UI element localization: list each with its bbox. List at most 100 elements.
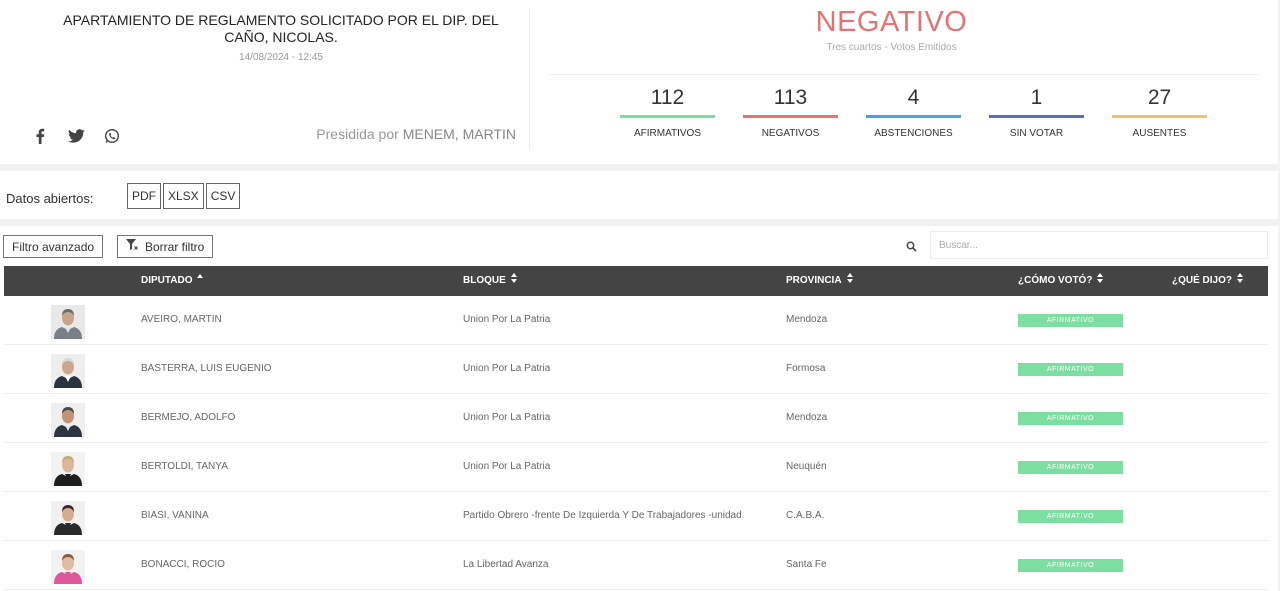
deputy-bloque: Partido Obrero -frente De Izquierda Y De… <box>463 510 742 521</box>
sort-icon <box>1236 266 1244 296</box>
deputy-provincia: Neuquén <box>786 461 827 472</box>
sort-icon <box>510 266 518 296</box>
vote-badge: AFIRMATIVO <box>1018 363 1123 376</box>
count-value: 1 <box>1030 86 1043 109</box>
result-subtitle: Tres cuartos - Votos Emitidos <box>826 42 957 53</box>
table-row[interactable]: BASTERRA, LUIS EUGENIO Union Por La Patri… <box>4 345 1268 394</box>
open-data-buttons: PDF XLSX CSV <box>127 183 241 209</box>
open-data-bar: Datos abiertos: PDF XLSX CSV <box>0 171 1278 219</box>
deputy-photo <box>51 501 85 535</box>
download-csv-button[interactable]: CSV <box>205 183 241 209</box>
count-color-bar <box>989 115 1084 118</box>
vote-badge: AFIRMATIVO <box>1018 559 1123 572</box>
clear-filter-button[interactable]: Borrar filtro <box>117 235 214 258</box>
advanced-filter-button[interactable]: Filtro avanzado <box>3 235 104 258</box>
count-label: NEGATIVOS <box>761 128 820 139</box>
deputy-provincia: Mendoza <box>786 314 828 325</box>
vote-badge: AFIRMATIVO <box>1018 510 1123 523</box>
deputy-photo <box>51 403 85 437</box>
column-que-dijo[interactable]: ¿QUÉ DIJO? <box>1172 266 1244 296</box>
sort-icon <box>846 266 854 296</box>
table-body: AVEIRO, MARTIN Union Por La Patria Mendoza… <box>4 296 1268 590</box>
deputies-table-panel: Filtro avanzado Borrar filtro DIPUTADO B… <box>0 226 1278 591</box>
vote-count-sin-votar: 1 SIN VOTAR <box>989 84 1084 139</box>
column-label: BLOQUE <box>463 275 506 286</box>
vote-datetime: 14/08/2024 - 12:45 <box>239 52 323 63</box>
deputy-provincia: C.A.B.A. <box>786 510 825 521</box>
vote-badge: AFIRMATIVO <box>1018 412 1123 425</box>
vote-count-abstenciones: 4 ABSTENCIONES <box>866 84 961 139</box>
column-label: ¿CÓMO VOTÓ? <box>1018 275 1093 286</box>
count-value: 27 <box>1147 86 1172 109</box>
download-pdf-button[interactable]: PDF <box>127 183 161 209</box>
table-row[interactable]: BERMEJO, ADOLFO Union Por La Patria Mendoz… <box>4 394 1268 443</box>
facebook-icon[interactable] <box>30 126 50 146</box>
table-row[interactable]: BONACCI, ROCIO La Libertad Avanza Santa Fe… <box>4 541 1268 590</box>
column-label: PROVINCIA <box>786 275 842 286</box>
count-color-bar <box>1112 115 1207 118</box>
deputy-name[interactable]: BIASI, VANINA <box>141 492 209 540</box>
deputy-photo <box>51 550 85 584</box>
vote-count-negativos: 113 NEGATIVOS <box>743 84 838 139</box>
deputy-photo <box>51 305 85 339</box>
table-row[interactable]: AVEIRO, MARTIN Union Por La Patria Mendoza… <box>4 296 1268 345</box>
advanced-filter-label: Filtro avanzado <box>12 239 95 254</box>
deputy-name[interactable]: AVEIRO, MARTIN <box>141 296 222 344</box>
clear-filter-label: Borrar filtro <box>145 239 205 254</box>
column-bloque[interactable]: BLOQUE <box>463 266 518 296</box>
deputy-bloque: Union Por La Patria <box>463 461 551 472</box>
sort-icon <box>1096 266 1104 296</box>
download-xlsx-button[interactable]: XLSX <box>163 183 204 209</box>
vote-count-ausentes: 27 AUSENTES <box>1112 84 1207 139</box>
deputy-photo <box>51 452 85 486</box>
vote-header: APARTAMIENTO DE REGLAMENTO SOLICITADO PO… <box>0 0 1278 164</box>
whatsapp-icon[interactable] <box>102 126 122 146</box>
deputy-provincia: Santa Fe <box>786 559 827 570</box>
deputy-name[interactable]: BERMEJO, ADOLFO <box>141 394 235 442</box>
search-icon <box>906 239 920 253</box>
table-header: DIPUTADO BLOQUE PROVINCIA ¿CÓMO VOTÓ? ¿Q… <box>4 266 1268 296</box>
vote-badge: AFIRMATIVO <box>1018 314 1123 327</box>
deputy-photo <box>51 354 85 388</box>
vote-count-afirmativos: 112 AFIRMATIVOS <box>620 84 715 139</box>
count-label: AUSENTES <box>1132 128 1187 139</box>
deputy-provincia: Mendoza <box>786 412 828 423</box>
vote-badge: AFIRMATIVO <box>1018 461 1123 474</box>
search-input[interactable] <box>930 231 1268 259</box>
column-label: ¿QUÉ DIJO? <box>1172 275 1233 286</box>
table-row[interactable]: BIASI, VANINA Partido Obrero -frente De I… <box>4 492 1268 541</box>
count-color-bar <box>866 115 961 118</box>
twitter-icon[interactable] <box>66 126 86 146</box>
count-color-bar <box>620 115 715 118</box>
count-label: SIN VOTAR <box>1009 128 1064 139</box>
deputy-name[interactable]: BASTERRA, LUIS EUGENIO <box>141 345 272 393</box>
count-label: AFIRMATIVOS <box>633 128 702 139</box>
open-data-label: Datos abiertos: <box>6 191 94 206</box>
vote-counts: 112 AFIRMATIVOS 113 NEGATIVOS 4 ABSTENCIONES 1… <box>620 84 1207 139</box>
count-value: 4 <box>907 86 920 109</box>
column-provincia[interactable]: PROVINCIA <box>786 266 854 296</box>
deputy-bloque: Union Por La Patria <box>463 314 551 325</box>
deputy-bloque: Union Por La Patria <box>463 412 551 423</box>
result-label: NEGATIVO <box>815 6 968 38</box>
deputy-bloque: La Libertad Avanza <box>463 559 549 570</box>
deputy-bloque: Union Por La Patria <box>463 363 551 374</box>
table-row[interactable]: BERTOLDI, TANYA Union Por La Patria Neuqué… <box>4 443 1268 492</box>
share-bar <box>30 126 122 146</box>
column-label: DIPUTADO <box>141 275 193 286</box>
vote-title: APARTAMIENTO DE REGLAMENTO SOLICITADO PO… <box>63 12 499 45</box>
deputy-provincia: Formosa <box>786 363 826 374</box>
sort-asc-icon <box>196 266 204 296</box>
vote-result: NEGATIVO Tres cuartos - Votos Emitidos 1… <box>530 0 1278 164</box>
deputy-name[interactable]: BONACCI, ROCIO <box>141 541 225 589</box>
count-value: 112 <box>650 86 685 109</box>
count-label: ABSTENCIONES <box>874 128 953 139</box>
deputy-name[interactable]: BERTOLDI, TANYA <box>141 443 228 491</box>
presided-by: Presidida por MENEM, MARTIN <box>316 126 516 142</box>
column-diputado[interactable]: DIPUTADO <box>141 266 204 296</box>
vote-info: APARTAMIENTO DE REGLAMENTO SOLICITADO PO… <box>0 0 530 164</box>
presided-prefix: Presidida por <box>316 126 399 142</box>
column-como-voto[interactable]: ¿CÓMO VOTÓ? <box>1018 266 1104 296</box>
result-separator <box>550 74 1258 75</box>
clear-filter-icon <box>126 239 139 254</box>
